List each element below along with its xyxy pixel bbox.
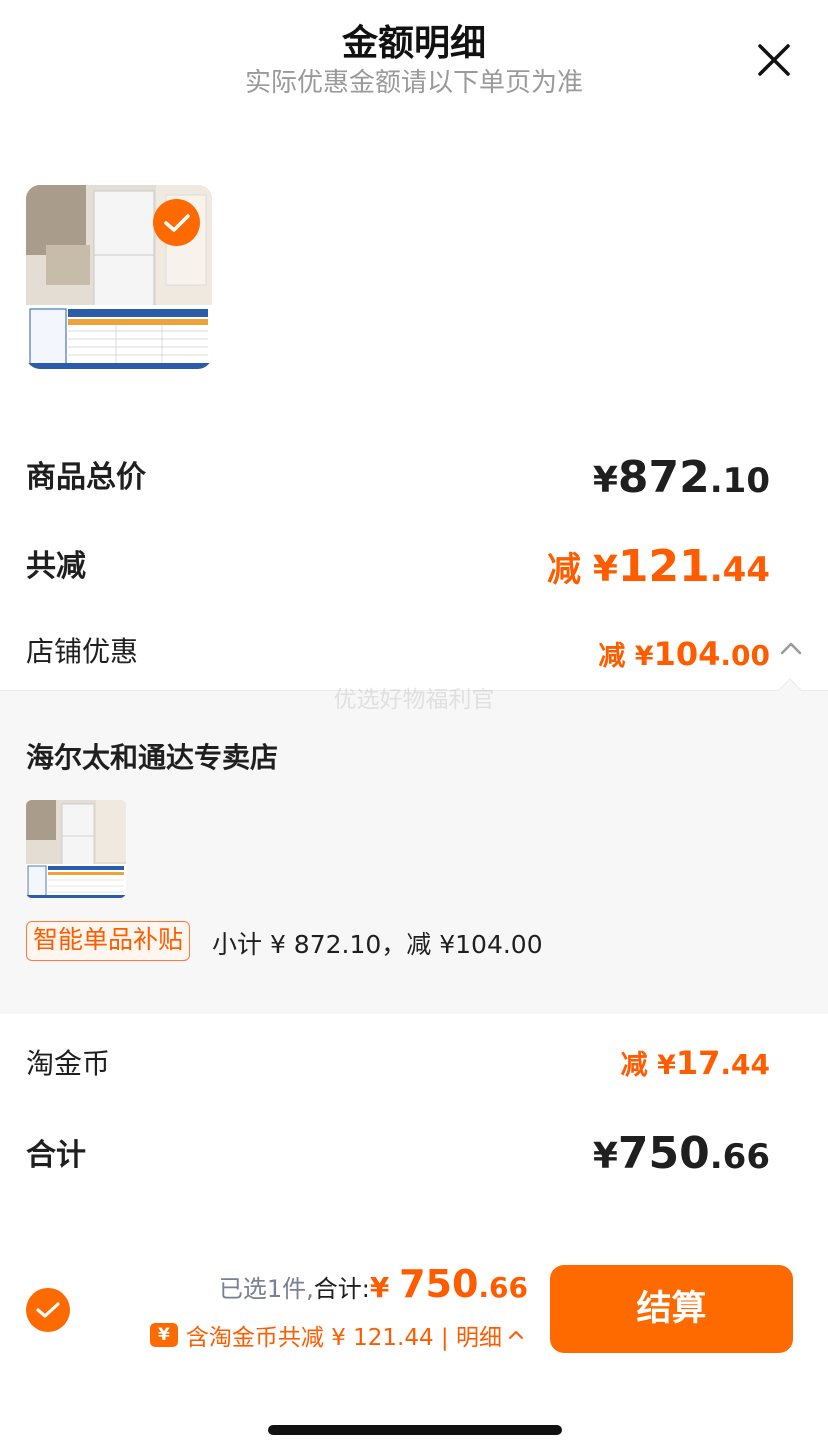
selected-count: 已选1件, [218, 1275, 314, 1303]
coin-icon: ¥ [149, 1323, 178, 1347]
select-all-check-icon[interactable] [26, 1288, 70, 1332]
checkout-summary: 已选1件,合计:¥ 750.66 [218, 1262, 528, 1306]
total-price-value: ¥872.10 [592, 452, 770, 503]
smart-subsidy-tag: 智能单品补贴 [26, 921, 191, 961]
store-name: 海尔太和通达专卖店 [26, 741, 279, 774]
page-title: 金额明细 [341, 23, 486, 64]
total-label: 合计: [313, 1275, 370, 1303]
total-discount-label: 共减 [26, 549, 86, 584]
coins-label: 淘金币 [26, 1047, 111, 1080]
store-subtotal: 小计 ¥ 872.10，减 ¥104.00 [212, 930, 543, 959]
store-promo-value[interactable]: 减 ¥104.00 [598, 634, 770, 673]
coins-discount-value: 减 ¥17.44 [620, 1044, 770, 1082]
coin-discount-detail-link[interactable]: ¥ 含淘金币共减 ¥ 121.44 | 明细 [149, 1318, 524, 1352]
header: 金额明细 实际优惠金额请以下单页为准 [0, 0, 828, 110]
home-indicator [268, 1425, 562, 1435]
product-selected-check-icon[interactable] [153, 199, 200, 246]
total-price-label: 商品总价 [26, 460, 146, 495]
total-discount-value: 减 ¥121.44 [547, 541, 770, 592]
chevron-up-small-icon [509, 1331, 523, 1339]
coin-discount-text: 含淘金币共减 ¥ 121.44 | 明细 [185, 1325, 502, 1351]
checkout-button[interactable]: 结算 [550, 1265, 793, 1353]
chevron-up-icon[interactable] [780, 640, 802, 656]
store-product-thumbnail[interactable] [26, 800, 126, 898]
grand-total-value: ¥750.66 [592, 1128, 770, 1179]
store-promo-label[interactable]: 店铺优惠 [26, 630, 138, 670]
close-icon[interactable] [756, 42, 792, 78]
grand-total-label: 合计 [26, 1138, 86, 1173]
watermark: 优选好物福利官 [333, 687, 495, 713]
page-subtitle: 实际优惠金额请以下单页为准 [244, 68, 583, 98]
